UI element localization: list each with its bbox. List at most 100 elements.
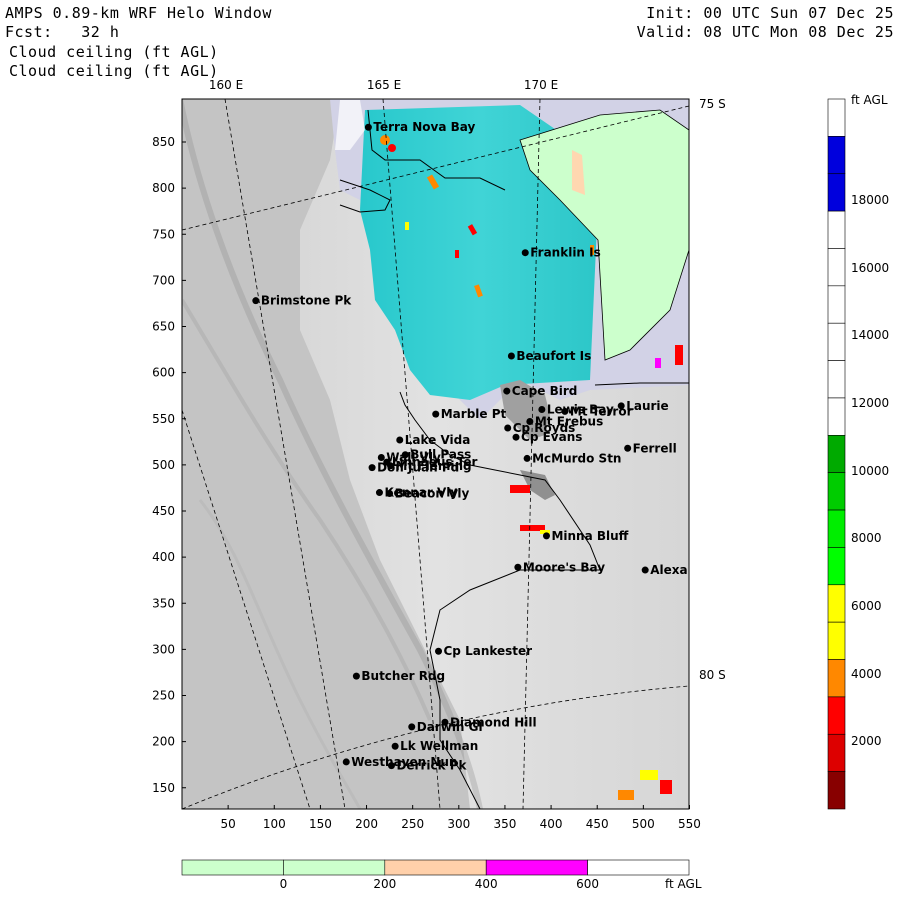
colorbar-bottom-unit: ft AGL xyxy=(665,877,702,891)
colorbar-right-swatch xyxy=(827,435,846,473)
place-marker-kennar-vly xyxy=(375,489,383,497)
y-tick-label: 150 xyxy=(152,781,175,795)
y-tick-label: 350 xyxy=(152,596,175,610)
x-tick-label: 500 xyxy=(632,817,655,831)
place-label-lk-wellman: Lk Wellman xyxy=(400,739,478,753)
place-label-laurie: Laurie xyxy=(626,399,668,413)
colorbar-right-swatch xyxy=(827,771,846,810)
lat-label-80-s: 80 S xyxy=(699,668,726,682)
place-label-alexander: Alexander xyxy=(650,563,719,577)
place-marker-westhaven-nun xyxy=(342,758,350,766)
colorbar-bottom-swatch xyxy=(384,859,487,876)
colorbar-right-label: 2000 xyxy=(851,734,882,748)
place-label-mcmurdo-stn: McMurdo Stn xyxy=(532,451,621,465)
x-tick-label: 200 xyxy=(355,817,378,831)
colorbar-right-swatch xyxy=(827,696,846,735)
place-label-franklin-is: Franklin Is xyxy=(530,246,601,260)
longitude-labels: 160 E 165 E 170 E xyxy=(209,78,558,92)
place-marker-lake-vida xyxy=(396,436,404,444)
colorbar-right-swatch xyxy=(827,173,846,212)
place-label-moore-s-bay: Moore's Bay xyxy=(523,560,605,574)
place-marker-moore-s-bay xyxy=(514,563,522,571)
place-label-beaufort-is: Beaufort Is xyxy=(516,349,591,363)
place-marker-cape-bird xyxy=(503,387,511,395)
place-label-terra-nova-bay: Terra Nova Bay xyxy=(373,120,475,134)
map-field: Terra Nova Bay Franklin Is Brimstone Pk Bea… xyxy=(182,99,719,809)
lat-label-75-s: 75 S xyxy=(699,97,726,111)
lon-label-165-e: 165 E xyxy=(367,78,401,92)
colorbar-right-swatch xyxy=(827,621,846,660)
colorbar-right-swatch xyxy=(827,285,846,324)
place-label-marble-pt: Marble Pt xyxy=(441,407,507,421)
colorbar-right: ft AGL 18000 16000 14000 12000 10000 8000 6000 4… xyxy=(827,93,889,810)
y-tick-label: 250 xyxy=(152,689,175,703)
colorbar-right-swatch xyxy=(827,248,846,287)
colorbar-right-label: 10000 xyxy=(851,464,889,478)
place-marker-brimstone-pk xyxy=(252,297,260,305)
place-marker-alexander xyxy=(641,566,649,574)
place-marker-cp-lankester xyxy=(435,647,443,655)
forecast-map: Terra Nova Bay Franklin Is Brimstone Pk Bea… xyxy=(152,78,889,891)
place-marker-derrick-pk xyxy=(387,762,395,770)
place-label-ferrell: Ferrell xyxy=(633,441,677,455)
place-label-derrick-pk: Derrick Pk xyxy=(396,759,467,773)
colorbar-right-label: 8000 xyxy=(851,531,882,545)
x-tick-label: 450 xyxy=(586,817,609,831)
y-tick-label: 450 xyxy=(152,504,175,518)
lon-label-170-e: 170 E xyxy=(524,78,558,92)
colorbar-right-swatch xyxy=(827,322,846,361)
colorbar-right-swatch xyxy=(827,360,846,399)
y-tick-label: 800 xyxy=(152,181,175,195)
colorbar-bottom-swatch xyxy=(485,859,588,876)
colorbar-bottom-label: 600 xyxy=(576,877,599,891)
x-tick-label: 250 xyxy=(401,817,424,831)
y-tick-label: 700 xyxy=(152,273,175,287)
y-tick-label: 550 xyxy=(152,412,175,426)
y-tick-label: 750 xyxy=(152,227,175,241)
latitude-labels: 75 S 80 S xyxy=(699,97,726,682)
place-label-minna-bluff: Minna Bluff xyxy=(551,529,628,543)
place-label-cp-evans: Cp Evans xyxy=(521,430,582,444)
y-tick-label: 650 xyxy=(152,320,175,334)
place-marker-ferrell xyxy=(624,444,632,452)
x-tick-label: 100 xyxy=(263,817,286,831)
colorbar-right-label: 4000 xyxy=(851,667,882,681)
place-label-linnaeus-ter: Linnaeus Ter xyxy=(392,455,478,469)
colorbar-right-swatch xyxy=(827,547,846,586)
colorbar-right-swatch xyxy=(827,210,846,249)
colorbar-right-swatch xyxy=(827,98,846,137)
colorbar-right-swatch xyxy=(827,733,846,772)
x-tick-label: 550 xyxy=(678,817,701,831)
place-marker-butcher-rdg xyxy=(352,672,360,680)
colorbar-right-swatch xyxy=(827,584,846,623)
colorbar-right-label: 18000 xyxy=(851,193,889,207)
y-tick-label: 500 xyxy=(152,458,175,472)
place-marker-darwin-gl xyxy=(408,723,416,731)
colorbar-bottom: 0 200 400 600 ft AGL xyxy=(181,859,702,891)
colorbar-right-swatch xyxy=(827,397,846,436)
x-tick-label: 300 xyxy=(447,817,470,831)
place-marker-beaufort-is xyxy=(507,352,515,360)
place-marker-marble-pt xyxy=(432,410,440,418)
place-marker-minna-bluff xyxy=(542,532,550,540)
colorbar-right-label: 12000 xyxy=(851,396,889,410)
colorbar-right-unit: ft AGL xyxy=(851,93,888,107)
y-axis: 850 800 750 700 650 600 550 500 450 400 350 300 250 2… xyxy=(152,135,186,795)
place-label-cape-bird: Cape Bird xyxy=(512,384,578,398)
place-marker-cp-royds xyxy=(504,424,512,432)
place-label-darwin-gl: Darwin Gl xyxy=(417,720,483,734)
colorbar-bottom-label: 400 xyxy=(475,877,498,891)
place-marker-franklin-is xyxy=(521,249,529,257)
colorbar-right-label: 6000 xyxy=(851,599,882,613)
place-marker-terra-nova-bay xyxy=(364,123,372,131)
place-marker-don-juan-pd xyxy=(368,464,376,472)
y-tick-label: 850 xyxy=(152,135,175,149)
place-marker-linnaeus-ter xyxy=(383,458,391,466)
colorbar-bottom-swatch xyxy=(283,859,386,876)
x-tick-label: 50 xyxy=(220,817,235,831)
colorbar-right-swatch xyxy=(827,136,846,175)
colorbar-right-swatch xyxy=(827,659,846,698)
place-marker-beacon-vly xyxy=(386,489,394,497)
place-marker-lk-wellman xyxy=(391,742,399,750)
y-tick-label: 400 xyxy=(152,550,175,564)
